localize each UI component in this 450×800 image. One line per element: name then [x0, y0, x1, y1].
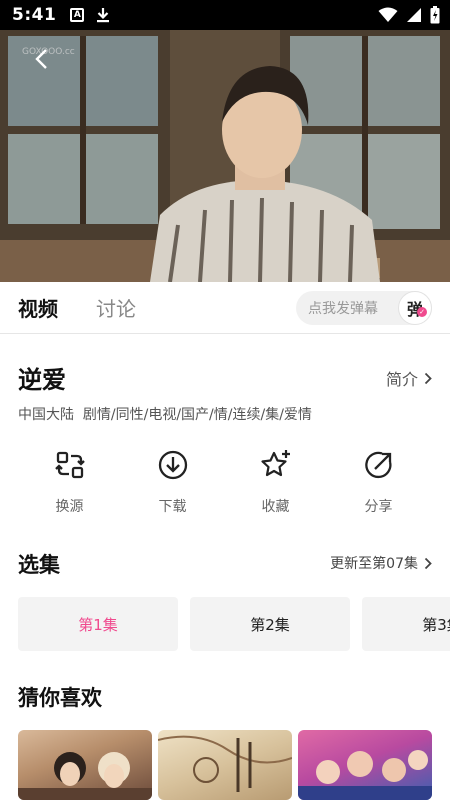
download-icon [97, 8, 110, 23]
intro-label: 简介 [385, 370, 418, 389]
tab-video[interactable]: 视频 [18, 293, 58, 322]
episode-item-1[interactable]: 第1集 [18, 597, 178, 651]
app-notification-icon: A [70, 8, 85, 22]
download-icon [158, 450, 187, 480]
danmu-toggle-button[interactable]: 弹 ✓ [398, 291, 432, 325]
wifi-icon [378, 7, 398, 22]
chevron-right-icon [424, 372, 432, 384]
back-button[interactable] [26, 44, 56, 74]
danmu-input[interactable]: 点我发弹幕 [296, 298, 398, 318]
episode-item-3[interactable]: 第3集 [362, 597, 450, 651]
recommend-card-2[interactable] [158, 730, 292, 800]
check-icon: ✓ [417, 307, 427, 317]
episodes-title: 选集 [18, 553, 60, 577]
favorite-button[interactable]: 收藏 [224, 448, 327, 522]
recommend-poster [18, 752, 152, 800]
download-button[interactable]: 下载 [121, 448, 224, 522]
recommend-card-3[interactable] [298, 730, 432, 800]
status-bar: 5:41 A [0, 0, 450, 30]
recommend-title: 猜你喜欢 [18, 686, 102, 710]
chevron-left-icon [35, 49, 47, 69]
chevron-right-icon [424, 557, 432, 569]
share-button[interactable]: 分享 [327, 448, 430, 522]
download-label: 下载 [158, 499, 187, 515]
favorite-label: 收藏 [261, 499, 290, 515]
episode-list: 第1集 第2集 第3集 [18, 597, 450, 651]
recommend-poster [298, 750, 432, 800]
content-tabs: 视频 讨论 点我发弹幕 弹 ✓ [0, 282, 450, 334]
switch-source-label: 换源 [55, 499, 84, 515]
star-add-icon [260, 450, 290, 477]
action-bar: 换源 下载 收藏 分享 [0, 448, 450, 522]
switch-source-button[interactable]: 换源 [18, 448, 121, 522]
show-title: 逆爱 [18, 366, 66, 394]
status-icons-left: A [70, 7, 110, 23]
recommend-card-1[interactable] [18, 730, 152, 800]
cellular-icon [407, 8, 421, 22]
episodes-updated-label: 更新至第07集 [330, 556, 418, 572]
status-time: 5:41 [12, 5, 57, 25]
episodes-more-link[interactable]: 更新至第07集 [330, 553, 432, 573]
share-label: 分享 [364, 499, 393, 515]
recommend-list [18, 730, 432, 800]
recommend-poster [158, 735, 292, 792]
status-icons-right [378, 6, 440, 24]
show-tags: 中国大陆 剧情/同性/电视/国产/情/连续/集/爱情 [18, 407, 312, 423]
episode-item-2[interactable]: 第2集 [190, 597, 350, 651]
switch-source-icon [54, 451, 85, 479]
danmu-bar: 点我发弹幕 弹 ✓ [296, 291, 432, 325]
video-frame: GOXOOO.cc [0, 30, 450, 282]
tab-discussion[interactable]: 讨论 [96, 293, 136, 322]
share-icon [364, 451, 392, 479]
battery-icon [430, 6, 440, 24]
video-player[interactable]: GOXOOO.cc [0, 30, 450, 282]
intro-link[interactable]: 简介 [386, 366, 432, 390]
